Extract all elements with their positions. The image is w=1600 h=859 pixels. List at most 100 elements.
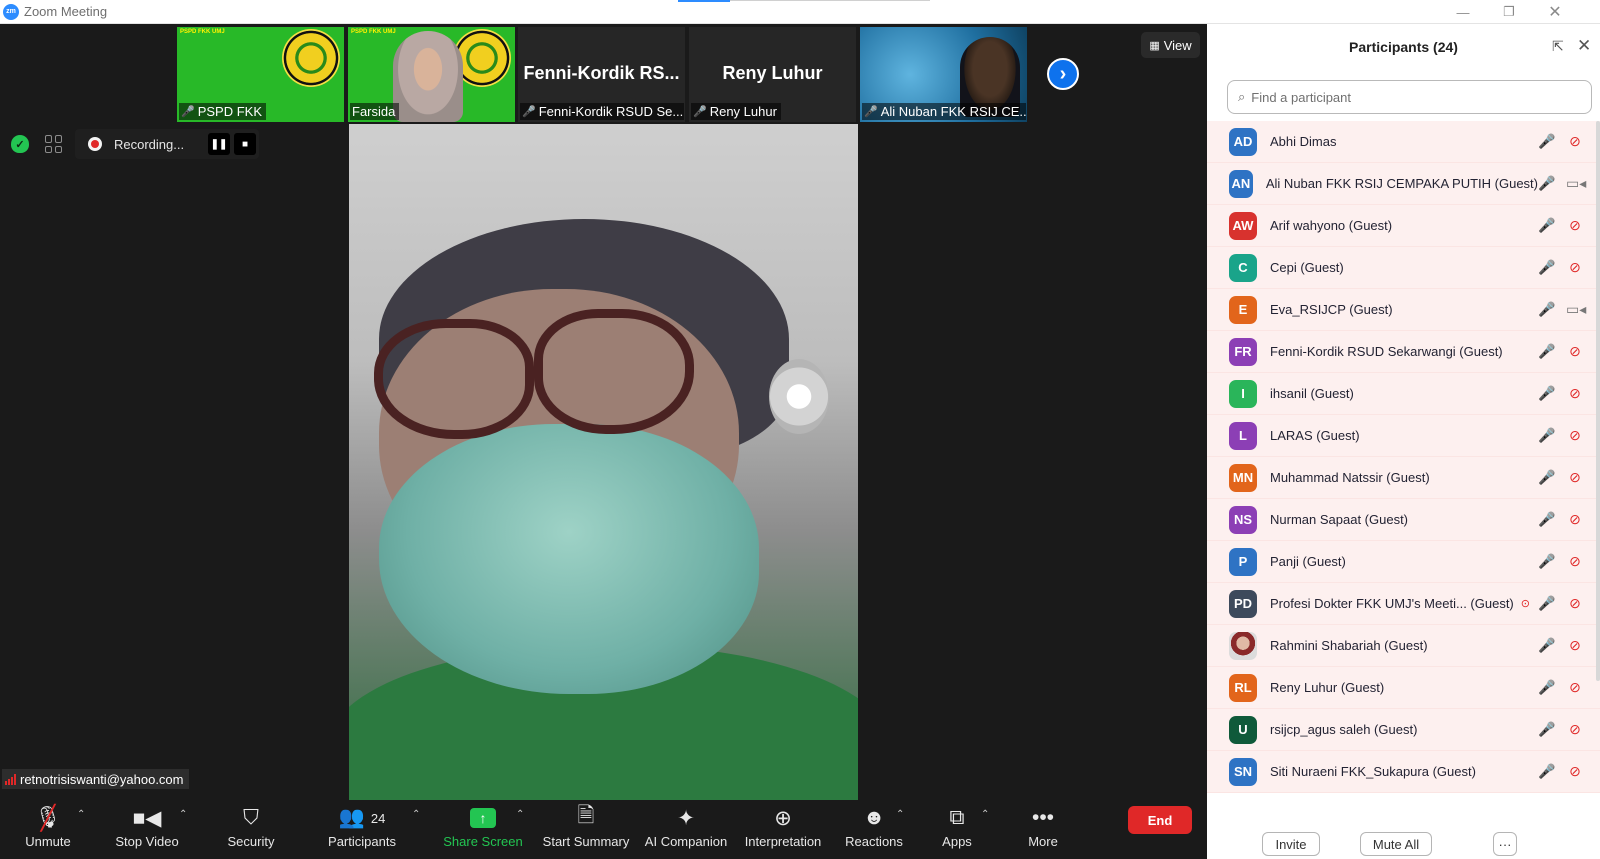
more-options-button[interactable]: ··· — [1493, 832, 1517, 856]
video-options-caret[interactable]: ⌃ — [179, 809, 187, 820]
reactions-options-caret[interactable]: ⌃ — [896, 809, 904, 820]
more-button[interactable]: ••• More — [1025, 804, 1061, 859]
end-meeting-button[interactable]: End — [1128, 806, 1192, 834]
audio-options-caret[interactable]: ⌃ — [77, 809, 85, 820]
video-camera-icon[interactable]: ▭◂ — [1566, 301, 1586, 318]
mic-muted-icon[interactable]: 🎤 — [1538, 175, 1555, 192]
stop-recording-button[interactable]: ■ — [234, 133, 256, 155]
video-off-icon[interactable]: ⊘ — [1566, 427, 1584, 444]
restore-button[interactable]: ❐ — [1486, 2, 1532, 22]
mic-muted-icon[interactable]: 🎤 — [1538, 217, 1555, 234]
ai-companion-button[interactable]: ✦ AI Companion — [643, 804, 729, 859]
minimize-button[interactable]: — — [1440, 2, 1486, 22]
pop-out-icon[interactable]: ⇱ — [1552, 38, 1564, 55]
participant-row[interactable]: Rahmini Shabariah (Guest) 🎤 ⊘ — [1207, 625, 1600, 667]
video-tile-ali-nuban[interactable]: 🎤 Ali Nuban FKK RSIJ CE... — [860, 27, 1027, 122]
participant-row[interactable]: Ursijcp_agus saleh (Guest) 🎤 ⊘ — [1207, 709, 1600, 751]
video-camera-icon[interactable]: ▭◂ — [1566, 175, 1586, 192]
mic-muted-icon[interactable]: 🎤 — [1538, 511, 1555, 528]
participant-row[interactable]: AW Arif wahyono (Guest) 🎤 ⊘ — [1207, 205, 1600, 247]
gallery-layout-icon[interactable] — [45, 135, 63, 153]
participant-row[interactable]: E Eva_RSIJCP (Guest) 🎤 ▭◂ — [1207, 289, 1600, 331]
apps-options-caret[interactable]: ⌃ — [981, 809, 989, 820]
more-label: More — [1028, 834, 1058, 849]
video-tile-pspd-fkk[interactable]: PSPD FKK UMJ 🎤 PSPD FKK — [177, 27, 344, 122]
video-tile-reny[interactable]: Reny Luhur 🎤 Reny Luhur — [689, 27, 856, 122]
participant-row[interactable]: L LARAS (Guest) 🎤 ⊘ — [1207, 415, 1600, 457]
ai-companion-label: AI Companion — [644, 834, 728, 849]
video-off-icon[interactable]: ⊘ — [1566, 637, 1584, 654]
video-tile-farsida[interactable]: PSPD FKK UMJ Farsida — [348, 27, 515, 122]
video-off-icon[interactable]: ⊘ — [1566, 553, 1584, 570]
video-off-icon[interactable]: ⊘ — [1566, 259, 1584, 276]
mic-muted-icon[interactable]: 🎤 — [1538, 637, 1555, 654]
apps-label: Apps — [942, 834, 972, 849]
encryption-shield-icon[interactable]: ✓ — [11, 135, 29, 153]
mic-muted-icon[interactable]: 🎤 — [1538, 427, 1555, 444]
video-off-icon[interactable]: ⊘ — [1566, 679, 1584, 696]
participant-row[interactable]: Iihsanil (Guest) 🎤 ⊘ — [1207, 373, 1600, 415]
mic-muted-icon[interactable]: 🎤 — [1538, 595, 1555, 612]
interpretation-button[interactable]: ⊕ Interpretation — [740, 804, 826, 859]
mic-muted-icon[interactable]: 🎤 — [1538, 385, 1555, 402]
meeting-toolbar: 🎙 ╱ Unmute ⌃ ■◀ Stop Video ⌃ ⛉ Security 👥… — [0, 800, 1207, 859]
unmute-button[interactable]: 🎙 ╱ Unmute — [20, 804, 76, 859]
participant-row[interactable]: P Panji (Guest) 🎤 ⊘ — [1207, 541, 1600, 583]
close-window-button[interactable]: ✕ — [1532, 2, 1578, 22]
mic-muted-icon[interactable]: 🎤 — [1538, 133, 1555, 150]
video-off-icon[interactable]: ⊘ — [1566, 595, 1584, 612]
stop-video-label: Stop Video — [115, 834, 179, 849]
next-page-button[interactable]: › — [1047, 58, 1079, 90]
participant-name: Nurman Sapaat (Guest) — [1270, 512, 1409, 527]
pause-recording-button[interactable]: ❚❚ — [208, 133, 230, 155]
start-summary-button[interactable]: 🗎 Start Summary — [541, 804, 631, 859]
apps-button[interactable]: ⧉ Apps — [938, 804, 976, 859]
view-button[interactable]: ▦ View — [1141, 32, 1200, 58]
invite-button[interactable]: Invite — [1262, 832, 1320, 856]
video-off-icon[interactable]: ⊘ — [1566, 763, 1584, 780]
avatar: U — [1229, 715, 1257, 744]
participant-row[interactable]: FR Fenni-Kordik RSUD Sekarwangi (Guest) 🎤 ⊘ — [1207, 331, 1600, 373]
active-speaker-video[interactable] — [349, 124, 858, 802]
share-options-caret[interactable]: ⌃ — [516, 809, 524, 820]
video-off-icon[interactable]: ⊘ — [1566, 721, 1584, 738]
participant-row[interactable]: C Cepi (Guest) 🎤 ⊘ — [1207, 247, 1600, 289]
share-screen-button[interactable]: ↑ Share Screen — [442, 804, 524, 859]
zoom-logo-icon: zm — [3, 3, 19, 20]
mute-all-button[interactable]: Mute All — [1360, 832, 1432, 856]
participants-button[interactable]: 👥 24 Participants — [326, 804, 398, 859]
video-off-icon[interactable]: ⊘ — [1566, 343, 1584, 360]
video-off-icon[interactable]: ⊘ — [1566, 511, 1584, 528]
video-off-icon[interactable]: ⊘ — [1566, 385, 1584, 402]
mic-muted-icon[interactable]: 🎤 — [1538, 763, 1555, 780]
participant-search-input[interactable]: ⌕ Find a participant — [1227, 80, 1592, 114]
participant-row[interactable]: RL Reny Luhur (Guest) 🎤 ⊘ — [1207, 667, 1600, 709]
mic-muted-icon[interactable]: 🎤 — [1538, 259, 1555, 276]
stop-video-button[interactable]: ■◀ Stop Video — [109, 804, 185, 859]
video-tile-fenni[interactable]: Fenni-Kordik RS... 🎤 Fenni-Kordik RSUD Se… — [518, 27, 685, 122]
participant-row[interactable]: MN Muhammad Natssir (Guest) 🎤 ⊘ — [1207, 457, 1600, 499]
participant-row[interactable]: NS Nurman Sapaat (Guest) 🎤 ⊘ — [1207, 499, 1600, 541]
participants-options-caret[interactable]: ⌃ — [412, 809, 420, 820]
security-button[interactable]: ⛉ Security — [221, 804, 281, 859]
apps-icon: ⧉ — [949, 806, 965, 829]
participant-row[interactable]: AD Abhi Dimas 🎤 ⊘ — [1207, 121, 1600, 163]
participant-row[interactable]: AN Ali Nuban FKK RSIJ CEMPAKA PUTIH (Gues… — [1207, 163, 1600, 205]
window-title: Zoom Meeting — [24, 4, 108, 19]
tile-big-name: Fenni-Kordik RS... — [523, 63, 680, 83]
video-off-icon[interactable]: ⊘ — [1566, 469, 1584, 486]
mic-muted-icon[interactable]: 🎤 — [1538, 343, 1555, 360]
mic-muted-icon[interactable]: 🎤 — [1538, 679, 1555, 696]
mic-muted-icon[interactable]: 🎤 — [1538, 721, 1555, 738]
participant-row[interactable]: SN Siti Nuraeni FKK_Sukapura (Guest) 🎤 ⊘ — [1207, 751, 1600, 793]
video-off-icon[interactable]: ⊘ — [1566, 133, 1584, 150]
mic-muted-icon[interactable]: 🎤 — [1538, 469, 1555, 486]
avatar: RL — [1229, 673, 1257, 702]
mic-muted-icon[interactable]: 🎤 — [1538, 301, 1555, 318]
participant-list-scrollbar[interactable] — [1596, 121, 1600, 681]
close-panel-icon[interactable]: ✕ — [1577, 36, 1591, 56]
video-off-icon[interactable]: ⊘ — [1566, 217, 1584, 234]
mic-muted-icon[interactable]: 🎤 — [1538, 553, 1555, 570]
participant-row[interactable]: PD Profesi Dokter FKK UMJ's Meeti... (Gue… — [1207, 583, 1600, 625]
participant-list: AD Abhi Dimas 🎤 ⊘ AN Ali Nuban FKK RSIJ CEMPA… — [1207, 121, 1600, 811]
